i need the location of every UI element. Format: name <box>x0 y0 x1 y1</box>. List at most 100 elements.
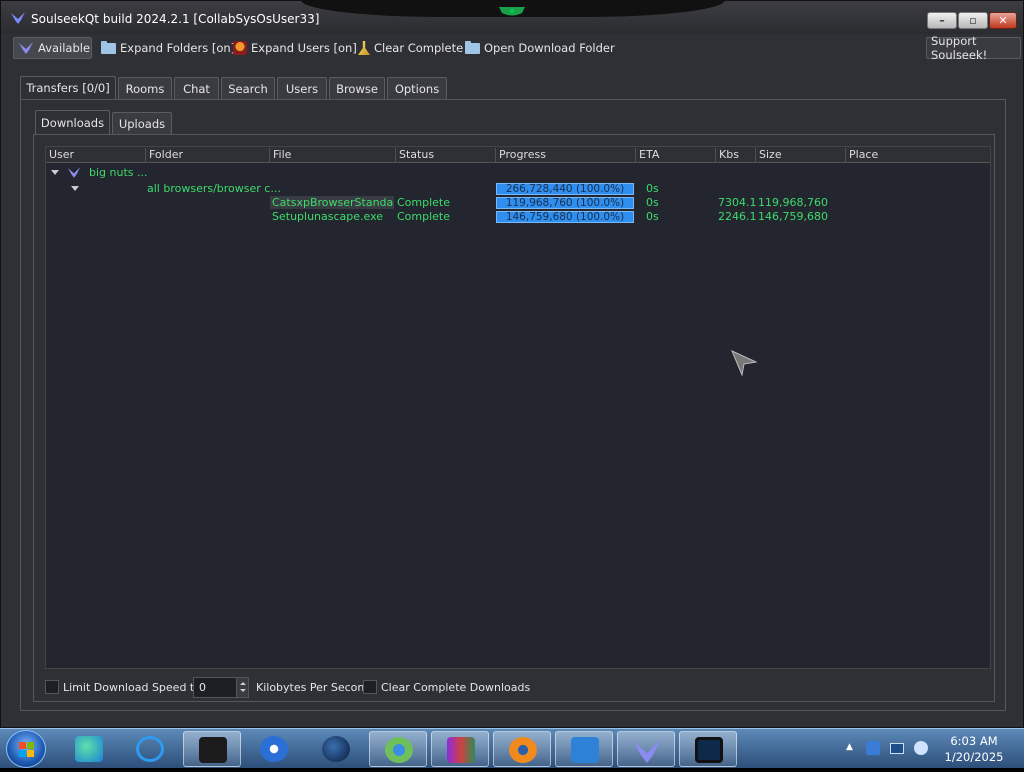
column-folder[interactable]: Folder <box>146 148 270 162</box>
transfers-panel: Downloads Uploads User Folder File Statu… <box>20 99 1006 711</box>
title-bar: SoulseekQt build 2024.2.1 [CollabSysOsUs… <box>1 0 1023 34</box>
file-row[interactable]: CatsxpBrowserStandal... Complete 119,968… <box>46 196 990 210</box>
network-tray-icon[interactable] <box>866 741 880 755</box>
start-button[interactable] <box>6 730 46 768</box>
column-kbs[interactable]: Kbs <box>716 148 756 162</box>
volume-icon[interactable] <box>914 741 928 755</box>
column-header: User Folder File Status Progress ETA Kbs… <box>46 147 990 163</box>
column-place[interactable]: Place <box>846 148 990 162</box>
download-options-bar: Limit Download Speed to 0 Kilobytes Per … <box>45 676 991 698</box>
speed-limit-input[interactable]: 0 <box>193 677 249 698</box>
soulseek-bird-icon <box>11 12 25 24</box>
maximize-button[interactable]: ▫ <box>958 12 988 29</box>
folder-icon <box>465 40 480 54</box>
folder-row[interactable]: all browsers/browser c... 266,728,440 (1… <box>46 182 990 196</box>
tab-transfers[interactable]: Transfers [0/0] <box>20 76 116 99</box>
user-name: big nuts ... <box>89 166 148 179</box>
column-file[interactable]: File <box>270 148 396 162</box>
taskbar-edge-icon[interactable] <box>60 731 118 767</box>
close-icon: ✕ <box>998 14 1008 27</box>
folder-name: all browsers/browser c... <box>147 182 281 195</box>
taskbar-blender-icon[interactable] <box>493 731 551 767</box>
soulseek-bird-icon <box>67 167 81 178</box>
file-status: Complete <box>397 210 451 223</box>
expand-arrow-icon[interactable] <box>51 170 59 175</box>
available-label: Available <box>38 41 91 55</box>
taskbar-media-player-icon[interactable] <box>245 731 303 767</box>
open-download-folder-button[interactable]: Open Download Folder <box>461 37 619 59</box>
available-button[interactable]: Available <box>13 37 92 59</box>
show-hidden-icons-icon[interactable]: ▲ <box>846 742 853 752</box>
taskbar: ▲ 6:03 AM 1/20/2025 <box>0 728 1024 768</box>
tab-rooms[interactable]: Rooms <box>118 77 172 99</box>
taskbar-soulseek-icon[interactable] <box>617 731 675 767</box>
file-name: CatsxpBrowserStandal... <box>270 196 394 209</box>
tab-users[interactable]: Users <box>277 77 327 99</box>
expand-users-button[interactable]: Expand Users [on] <box>229 37 361 59</box>
file-progress-bar: 146,759,680 (100.0%) <box>496 211 634 223</box>
soulseek-bird-icon <box>633 739 661 763</box>
file-kbs: 7304.1 <box>718 196 757 209</box>
clock[interactable]: 6:03 AM 1/20/2025 <box>934 733 1014 765</box>
unit-label: Kilobytes Per Second <box>256 681 372 694</box>
tab-options[interactable]: Options <box>387 77 447 99</box>
soulseek-window: SoulseekQt build 2024.2.1 [CollabSysOsUs… <box>0 0 1024 728</box>
tab-browse[interactable]: Browse <box>329 77 385 99</box>
downloads-tree[interactable]: User Folder File Status Progress ETA Kbs… <box>45 146 991 669</box>
system-tray: ▲ <box>846 741 934 757</box>
mouse-pointer-icon <box>731 350 757 376</box>
file-size: 119,968,760 <box>758 196 828 209</box>
speed-value: 0 <box>199 681 206 694</box>
column-size[interactable]: Size <box>756 148 846 162</box>
folder-eta: 0s <box>646 182 659 195</box>
clear-complete-button[interactable]: Clear Complete <box>354 37 467 59</box>
expand-users-label: Expand Users [on] <box>251 41 357 55</box>
taskbar-browser-globe-icon[interactable] <box>307 731 365 767</box>
file-name: Setuplunascape.exe <box>272 210 384 223</box>
clear-complete-downloads-checkbox[interactable] <box>363 680 377 694</box>
taskbar-vnc-icon[interactable] <box>555 731 613 767</box>
downloads-panel: User Folder File Status Progress ETA Kbs… <box>33 134 995 702</box>
column-eta[interactable]: ETA <box>636 148 716 162</box>
limit-speed-checkbox[interactable] <box>45 680 59 694</box>
taskbar-display-icon[interactable] <box>679 731 737 767</box>
minimize-button[interactable]: – <box>927 12 957 29</box>
column-progress[interactable]: Progress <box>496 148 636 162</box>
window-title: SoulseekQt build 2024.2.1 [CollabSysOsUs… <box>31 12 320 26</box>
column-status[interactable]: Status <box>396 148 496 162</box>
tab-uploads[interactable]: Uploads <box>112 112 172 134</box>
tab-chat[interactable]: Chat <box>174 77 219 99</box>
support-soulseek-button[interactable]: Support Soulseek! <box>926 34 1021 62</box>
windows-logo-icon <box>19 742 34 757</box>
expand-arrow-icon[interactable] <box>71 186 79 191</box>
users-icon <box>233 41 247 55</box>
clear-complete-downloads-label: Clear Complete Downloads <box>381 681 531 694</box>
maximize-icon: ▫ <box>969 14 977 27</box>
tab-downloads[interactable]: Downloads <box>35 110 110 134</box>
column-user[interactable]: User <box>46 148 146 162</box>
broom-icon <box>358 41 370 55</box>
open-download-folder-label: Open Download Folder <box>484 41 615 55</box>
user-row[interactable]: big nuts ... <box>46 166 990 180</box>
monitor-tray-icon[interactable] <box>890 743 904 754</box>
spin-buttons[interactable] <box>236 678 248 697</box>
file-kbs: 2246.1 <box>718 210 757 223</box>
taskbar-winrar-icon[interactable] <box>431 731 489 767</box>
taskbar-chrome-like-icon[interactable] <box>369 731 427 767</box>
tab-search[interactable]: Search <box>221 77 275 99</box>
close-button[interactable]: ✕ <box>989 12 1017 29</box>
support-label: Support Soulseek! <box>931 34 988 62</box>
expand-folders-label: Expand Folders [on] <box>120 41 236 55</box>
folder-icon <box>101 40 116 54</box>
taskbar-ie-icon[interactable] <box>121 731 179 767</box>
expand-folders-button[interactable]: Expand Folders [on] <box>97 37 239 59</box>
file-row[interactable]: Setuplunascape.exe Complete 146,759,680 … <box>46 210 990 224</box>
folder-progress-bar: 266,728,440 (100.0%) <box>496 183 634 195</box>
file-eta: 0s <box>646 196 659 209</box>
file-status: Complete <box>397 196 451 209</box>
camera-icon <box>499 7 525 16</box>
clock-time: 6:03 AM <box>950 734 998 748</box>
taskbar-terminal-icon[interactable] <box>183 731 241 767</box>
file-size: 146,759,680 <box>758 210 828 223</box>
soulseek-bird-icon <box>19 42 33 54</box>
